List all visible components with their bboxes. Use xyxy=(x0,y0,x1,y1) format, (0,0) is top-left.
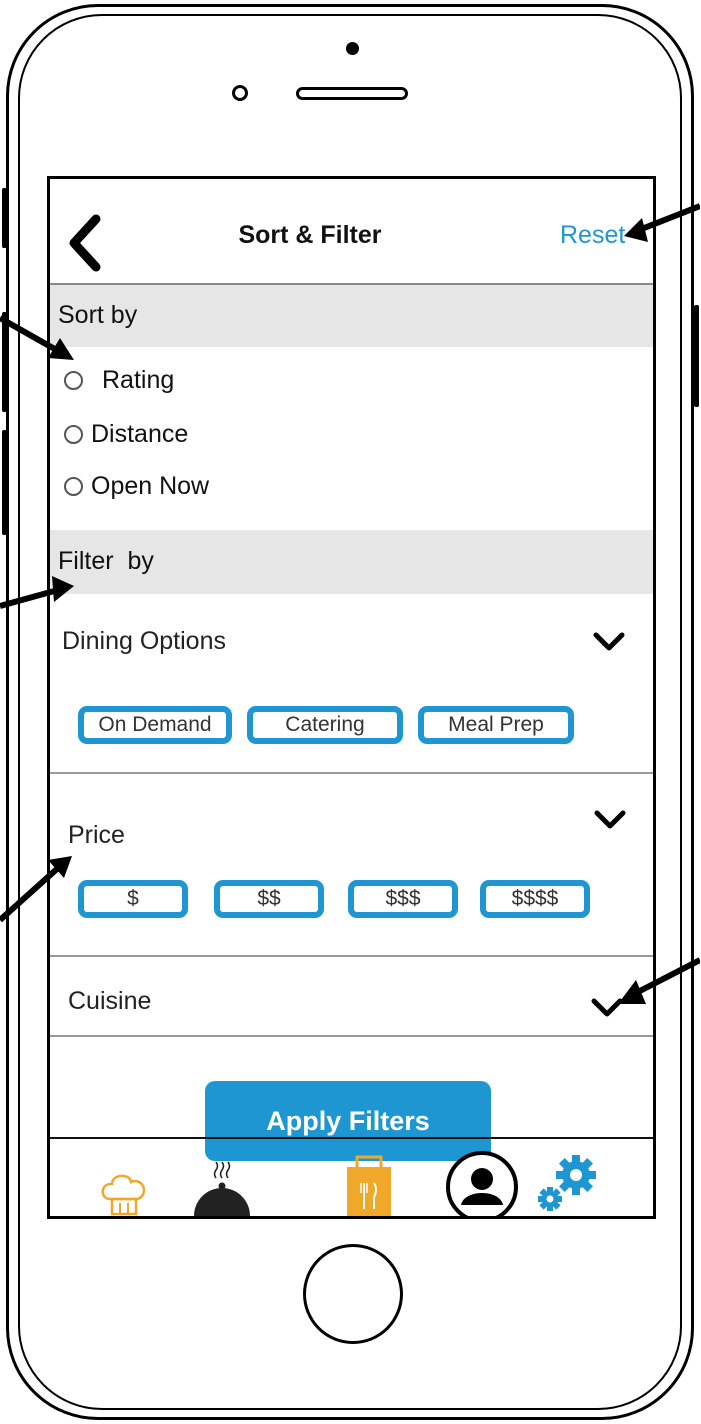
side-button-left-top xyxy=(2,188,7,248)
profile-icon[interactable] xyxy=(444,1149,520,1219)
home-button[interactable] xyxy=(303,1244,403,1344)
speaker-slot xyxy=(296,87,408,100)
chevron-down-icon[interactable] xyxy=(592,631,626,653)
chevron-down-icon[interactable] xyxy=(593,809,627,831)
chip-meal-prep[interactable]: Meal Prep xyxy=(418,706,574,744)
sort-section-band xyxy=(50,285,653,347)
annotation-arrow-cuisine xyxy=(618,957,700,1004)
side-button-right xyxy=(694,305,699,407)
chip-price-2[interactable]: $$ xyxy=(214,880,324,918)
food-cloche-icon[interactable] xyxy=(186,1156,256,1219)
cuisine-label: Cuisine xyxy=(68,987,152,1015)
divider xyxy=(50,955,653,957)
annotation-arrow-price xyxy=(0,856,72,923)
chip-price-4[interactable]: $$$$ xyxy=(480,880,590,918)
annotation-arrow-filter xyxy=(0,576,74,609)
page-title: Sort & Filter xyxy=(238,221,382,249)
radio-button[interactable] xyxy=(64,476,83,496)
front-camera xyxy=(232,85,248,101)
side-button-left-bottom xyxy=(2,430,7,535)
chip-price-1[interactable]: $ xyxy=(78,880,188,918)
sort-option-label: Rating xyxy=(102,365,175,394)
camera-dot xyxy=(346,42,359,55)
price-label: Price xyxy=(68,821,125,849)
divider xyxy=(50,1035,653,1037)
radio-button[interactable] xyxy=(64,370,83,390)
settings-gears-icon[interactable] xyxy=(536,1151,600,1215)
sort-option-distance[interactable]: Distance xyxy=(64,419,188,449)
restaurant-bag-icon[interactable] xyxy=(345,1151,393,1219)
chef-hat-icon[interactable] xyxy=(96,1169,152,1219)
reset-button[interactable]: Reset xyxy=(560,221,625,250)
sort-option-label: Open Now xyxy=(91,471,210,500)
chip-on-demand[interactable]: On Demand xyxy=(78,706,232,744)
dining-options-label: Dining Options xyxy=(62,627,226,655)
back-chevron-icon[interactable] xyxy=(66,213,106,273)
bottom-nav-divider xyxy=(50,1137,653,1139)
chip-catering[interactable]: Catering xyxy=(247,706,403,744)
annotation-arrow-reset xyxy=(624,203,700,242)
sort-option-label: Distance xyxy=(91,419,189,448)
sort-option-open-now[interactable]: Open Now xyxy=(64,471,209,501)
radio-button[interactable] xyxy=(64,424,83,444)
divider xyxy=(50,772,653,774)
app-screen: Sort & Filter Reset Sort by Rating Dista… xyxy=(47,176,656,1219)
sort-option-rating[interactable]: Rating xyxy=(64,365,174,395)
chip-price-3[interactable]: $$$ xyxy=(348,880,458,918)
annotation-arrow-sort xyxy=(0,315,74,360)
